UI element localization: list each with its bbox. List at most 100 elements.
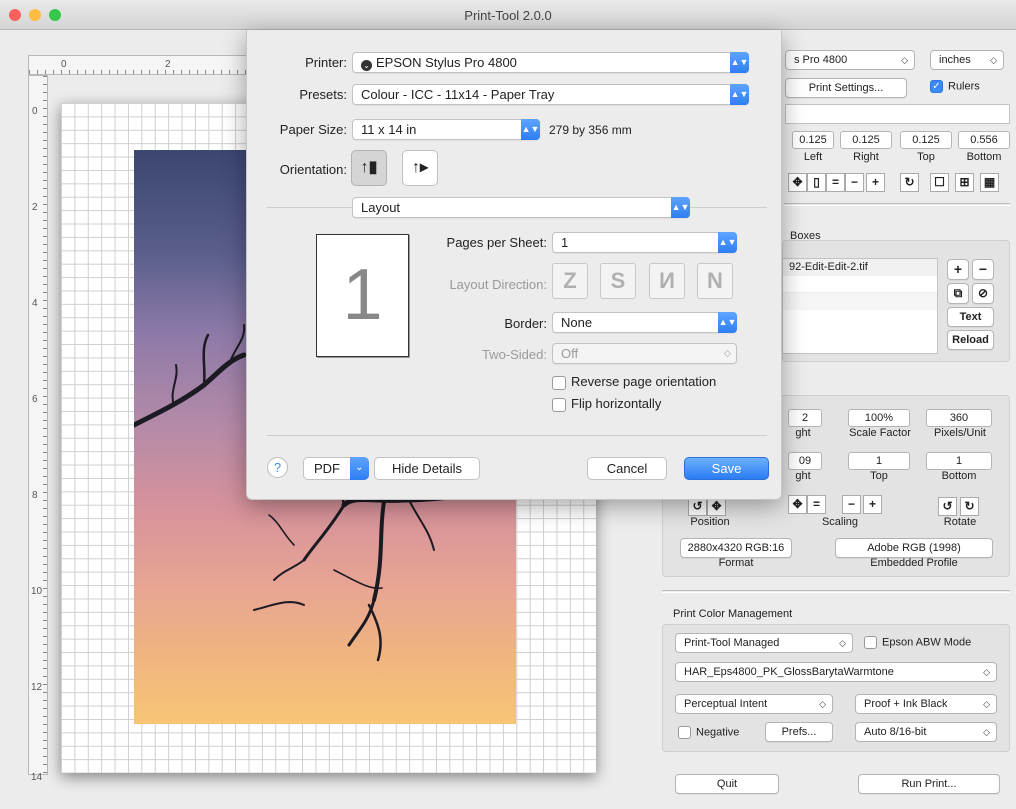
ruler-label: 2 (165, 59, 171, 70)
rotate-left-icon[interactable]: ↺ (938, 497, 957, 516)
pixels-per-unit-field[interactable]: 360 (926, 409, 992, 427)
equal-icon[interactable]: = (826, 173, 845, 192)
top-offset-field[interactable]: 1 (848, 452, 910, 470)
text-button[interactable]: Text (947, 307, 994, 327)
top-margin-field[interactable]: 0.125 (900, 131, 952, 149)
ruler-label: 10 (31, 586, 43, 597)
horizontal-ruler: 0 2 (28, 55, 248, 75)
printer-profile-select[interactable]: HAR_Eps4800_PK_GlossBarytaWarmtone ◇ (675, 662, 997, 682)
separator (662, 590, 1010, 593)
checkmark-icon: ✓ (930, 80, 943, 93)
reverse-orientation-checkbox[interactable]: Reverse page orientation (552, 374, 716, 390)
ruler-label: 12 (31, 682, 43, 693)
help-icon[interactable]: ? (267, 457, 288, 478)
margin-label: Right (853, 151, 879, 163)
color-managed-select[interactable]: Print-Tool Managed ◇ (675, 633, 853, 653)
equal-scale-icon[interactable]: = (807, 495, 826, 514)
embedded-profile-field: Adobe RGB (1998) (835, 538, 993, 558)
select-arrow-icon: ◇ (839, 638, 846, 648)
plus-icon[interactable]: + (866, 173, 885, 192)
printer-status-icon: ⌄ (361, 60, 372, 71)
two-sided-label: Two-Sided: (481, 347, 547, 362)
bottom-offset-field[interactable]: 1 (926, 452, 992, 470)
printer-select[interactable]: s Pro 4800 ◇ (785, 50, 915, 70)
epson-abw-checkbox[interactable]: Epson ABW Mode (864, 636, 971, 649)
right-margin-field[interactable]: 0.125 (840, 131, 892, 149)
rulers-checkbox[interactable]: ✓ Rulers (930, 80, 980, 93)
cancel-button[interactable]: Cancel (587, 457, 667, 480)
pages-per-sheet-label: Pages per Sheet: (446, 235, 547, 250)
rotate-right-image-icon[interactable]: ↻ (960, 497, 979, 516)
pixels-per-unit-label: Pixels/Unit (934, 427, 986, 439)
layout-direction-n2-icon: N (697, 263, 733, 299)
select-arrow-icon: ◇ (990, 55, 997, 65)
select-arrow-icon: ◇ (983, 699, 990, 709)
paper-mm-text: 279 by 356 mm (549, 123, 632, 137)
pages-per-sheet-select[interactable]: 1 ▲▼ (552, 232, 737, 253)
scale-down-icon[interactable]: − (842, 495, 861, 514)
single-layout-icon[interactable]: ☐ (930, 173, 949, 192)
margin-label: Top (917, 151, 935, 163)
bottom-margin-field[interactable]: 0.556 (958, 131, 1010, 149)
position-label: Position (690, 516, 730, 528)
stepper-icon: ▲▼ (730, 52, 749, 73)
dialog-printer-select[interactable]: ⌄ EPSON Stylus Pro 4800 ▲▼ (352, 52, 749, 73)
border-select[interactable]: None ▲▼ (552, 312, 737, 333)
scale-up-icon[interactable]: + (863, 495, 882, 514)
window-title: Print-Tool 2.0.0 (464, 8, 552, 23)
margin-label: Bottom (966, 151, 1002, 163)
width-field[interactable]: 2 (788, 409, 822, 427)
paper-size-select[interactable]: 11 x 14 in ▲▼ (352, 119, 540, 140)
height-field[interactable]: 09 (788, 452, 822, 470)
reload-button[interactable]: Reload (947, 330, 994, 350)
pdf-menu-button[interactable]: PDF ⌄ (303, 457, 369, 480)
rendering-intent-select[interactable]: Perceptual Intent ◇ (675, 694, 833, 714)
height-label: ght (795, 470, 811, 482)
minus-icon[interactable]: − (845, 173, 864, 192)
list-item[interactable]: 92-Edit-Edit-2.tif (783, 259, 937, 276)
fit-icon[interactable]: ✥ (788, 495, 807, 514)
negative-checkbox[interactable]: Negative (678, 726, 739, 739)
page-icon[interactable]: ▯ (807, 173, 826, 192)
portrait-orientation-icon[interactable]: ↑▮ (351, 150, 387, 186)
two-sided-select: Off ◇ (552, 343, 737, 364)
grid-4-icon[interactable]: ⊞ (955, 173, 974, 192)
bit-depth-select[interactable]: Auto 8/16-bit ◇ (855, 722, 997, 742)
page-preview-thumbnail: 1 (316, 234, 409, 357)
run-print-button[interactable]: Run Print... (858, 774, 1000, 794)
layout-direction-label: Layout Direction: (449, 277, 547, 292)
file-path-field[interactable] (785, 104, 1010, 124)
ruler-label: 14 (31, 772, 43, 783)
print-settings-button[interactable]: Print Settings... (785, 78, 907, 98)
ruler-label: 2 (32, 202, 38, 213)
landscape-orientation-icon[interactable]: ↑▸ (402, 150, 438, 186)
flip-horizontally-checkbox[interactable]: Flip horizontally (552, 396, 661, 412)
rotate-label: Rotate (943, 516, 977, 528)
select-arrow-icon: ◇ (819, 699, 826, 709)
rotate-right-icon[interactable]: ↻ (900, 173, 919, 192)
scale-factor-field[interactable]: 100% (848, 409, 910, 427)
grid-9-icon[interactable]: ▦ (980, 173, 999, 192)
units-select[interactable]: inches ◇ (930, 50, 1004, 70)
proof-select[interactable]: Proof + Ink Black ◇ (855, 694, 997, 714)
quit-button[interactable]: Quit (675, 774, 779, 794)
hide-details-button[interactable]: Hide Details (374, 457, 480, 480)
presets-label: Presets: (299, 87, 347, 102)
printer-label: Printer: (305, 55, 347, 70)
presets-select[interactable]: Colour - ICC - 11x14 - Paper Tray ▲▼ (352, 84, 749, 105)
move-icon[interactable]: ✥ (788, 173, 807, 192)
left-margin-field[interactable]: 0.125 (792, 131, 834, 149)
orientation-label: Orientation: (279, 162, 347, 177)
format-label: Format (718, 557, 754, 569)
section-select[interactable]: Layout ▲▼ (352, 197, 690, 218)
save-button[interactable]: Save (684, 457, 769, 480)
duplicate-icon[interactable]: ⧉ (947, 283, 969, 304)
add-box-icon[interactable]: + (947, 259, 969, 280)
clear-icon[interactable]: ⊘ (972, 283, 994, 304)
paper-size-label: Paper Size: (279, 122, 347, 137)
remove-box-icon[interactable]: − (972, 259, 994, 280)
embedded-profile-label: Embedded Profile (870, 557, 958, 569)
ruler-label: 8 (32, 490, 38, 501)
image-list[interactable]: 92-Edit-Edit-2.tif (782, 258, 938, 354)
prefs-button[interactable]: Prefs... (765, 722, 833, 742)
